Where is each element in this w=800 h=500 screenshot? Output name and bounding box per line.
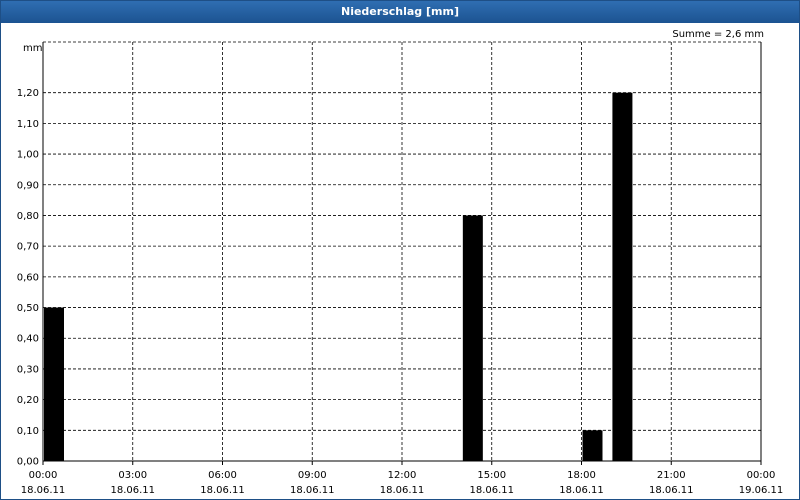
tick-labels-layer: 0,00 0,10 0,20 0,30 0,40 0,50 0,60 0,70 0,80 0,90…: [17, 88, 784, 496]
y-axis-unit-label: mm: [23, 43, 42, 54]
precipitation-bar: [462, 215, 483, 461]
y-tick-label: 0,10: [17, 426, 39, 437]
x-tick-time-label: 09:00: [298, 470, 327, 481]
x-tick-time-label: 18:00: [567, 470, 596, 481]
x-tick-date-label: 18.06.11: [380, 485, 425, 496]
y-tick-label: 0,70: [17, 242, 39, 253]
y-tick-label: 0,40: [17, 334, 39, 345]
y-tick-label: 0,60: [17, 272, 39, 283]
y-tick-label: 1,10: [17, 119, 39, 130]
precipitation-chart: Summe = 2,6 mm mm 0,000,100,200,300,400,…: [17, 29, 784, 496]
x-tick-date-label: 18.06.11: [649, 485, 694, 496]
y-tick-label: 0,30: [17, 364, 39, 375]
summary-label: Summe = 2,6 mm: [672, 29, 764, 40]
x-tick-date-label: 18.06.11: [290, 485, 335, 496]
chart-window: Niederschlag [mm] Summe = 2,6 mm mm 0,00…: [0, 0, 800, 500]
y-tick-label: 1,00: [17, 150, 39, 161]
window-title: Niederschlag [mm]: [1, 1, 799, 23]
x-tick-time-label: 03:00: [118, 470, 147, 481]
x-tick-time-label: 06:00: [208, 470, 237, 481]
precipitation-bar: [612, 92, 633, 461]
x-tick-date-label: 18.06.11: [110, 485, 155, 496]
y-tick-label: 0,90: [17, 180, 39, 191]
x-tick-time-label: 21:00: [657, 470, 686, 481]
x-tick-date-label: 18.06.11: [559, 485, 604, 496]
y-tick-label: 0,80: [17, 211, 39, 222]
grid-layer: [43, 42, 761, 461]
x-tick-date-label: 19.06.11: [739, 485, 784, 496]
x-tick-time-label: 00:00: [29, 470, 58, 481]
x-tick-time-label: 15:00: [477, 470, 506, 481]
x-tick-time-label: 00:00: [747, 470, 776, 481]
precipitation-bar: [582, 430, 603, 461]
y-tick-label: 0,20: [17, 395, 39, 406]
y-tick-label: 0,50: [17, 303, 39, 314]
x-tick-date-label: 18.06.11: [21, 485, 66, 496]
y-tick-label: 1,20: [17, 88, 39, 99]
x-tick-date-label: 18.06.11: [469, 485, 514, 496]
x-tick-time-label: 12:00: [388, 470, 417, 481]
y-tick-label: 0,00: [17, 457, 39, 468]
x-tick-date-label: 18.06.11: [200, 485, 245, 496]
precipitation-bar: [44, 307, 64, 461]
